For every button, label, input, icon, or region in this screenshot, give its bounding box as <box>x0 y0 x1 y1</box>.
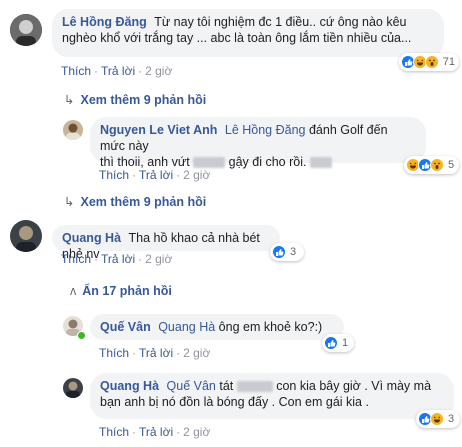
like-button[interactable]: Thích <box>61 64 91 78</box>
wow-icon <box>424 55 439 69</box>
reply-button[interactable]: Trả lời <box>139 168 173 182</box>
view-more-replies[interactable]: ↳ Xem thêm 9 phản hồi <box>64 92 206 107</box>
avatar[interactable] <box>10 14 42 46</box>
like-button[interactable]: Thích <box>99 425 129 439</box>
like-icon <box>272 245 286 259</box>
timestamp[interactable]: 2 giờ <box>145 252 172 266</box>
reply-text: gậy đi cho rồi. <box>228 155 307 169</box>
reply-bubble: Quế Vân Quang Hà ông em khoẻ ko?:) <box>90 314 344 340</box>
comment-bubble: Quang Hà Tha hồ khao cả nhà bét nhẻ nv <box>52 225 280 261</box>
reaction-summary[interactable]: 71 <box>399 53 459 71</box>
like-button[interactable]: Thích <box>99 346 129 360</box>
wow-icon <box>430 158 444 172</box>
timestamp[interactable]: 2 giờ <box>183 425 210 439</box>
comment-text: Từ nay tôi nghiệm đc 1 điều.. cứ ông nào… <box>154 15 407 29</box>
reply-actions: Thích · Trả lời · 2 giờ <box>99 425 211 439</box>
comment-bubble: Lê Hồng Đăng Từ nay tôi nghiệm đc 1 điều… <box>52 9 444 57</box>
reaction-count: 3 <box>290 246 297 258</box>
censored-text <box>193 157 226 169</box>
avatar[interactable] <box>63 120 83 140</box>
reaction-count: 3 <box>448 413 455 425</box>
avatar-image <box>63 378 83 398</box>
comment-text: nghèo khổ với trắng tay ... abc là toàn … <box>62 31 412 45</box>
reply-button[interactable]: Trả lời <box>101 252 135 266</box>
censored-text <box>236 381 273 393</box>
mention-link[interactable]: Quang Hà <box>158 320 215 334</box>
mention-link[interactable]: Quế Vân <box>167 379 216 393</box>
reply-text: con kia bây giờ . Vì mày mà <box>276 379 432 393</box>
like-button[interactable]: Thích <box>61 252 91 266</box>
reply-button[interactable]: Trả lời <box>139 346 173 360</box>
reply-actions: Thích · Trả lời · 2 giờ <box>99 168 211 182</box>
reply-arrow-icon: ↳ <box>64 93 75 107</box>
reaction-count: 71 <box>442 56 456 68</box>
reply-button[interactable]: Trả lời <box>139 425 173 439</box>
hide-replies[interactable]: ʌ Ẩn 17 phản hồi <box>70 284 172 298</box>
online-status-icon <box>77 331 86 340</box>
reply-author[interactable]: Quang Hà <box>100 379 159 393</box>
view-more-replies[interactable]: ↳ Xem thêm 9 phản hồi <box>64 194 206 209</box>
avatar[interactable] <box>63 378 83 398</box>
haha-icon <box>430 412 444 426</box>
reply-author[interactable]: Nguyen Le Viet Anh <box>100 123 217 137</box>
avatar-image <box>63 120 83 140</box>
reply-text: bạn anh bị nó đồn là bóng đấy . Con em g… <box>100 395 369 409</box>
reply-actions: Thích · Trả lời · 2 giờ <box>99 346 211 360</box>
reaction-count: 1 <box>342 337 349 349</box>
timestamp[interactable]: 2 giờ <box>145 64 172 78</box>
reaction-summary[interactable]: 5 <box>404 156 459 174</box>
avatar-image <box>10 220 42 252</box>
timestamp[interactable]: 2 giờ <box>183 168 210 182</box>
comment-actions: Thích · Trả lời · 2 giờ <box>61 252 173 266</box>
reply-author[interactable]: Quế Vân <box>100 320 151 334</box>
avatar-image <box>10 14 42 46</box>
chevron-up-icon: ʌ <box>70 284 77 298</box>
like-button[interactable]: Thích <box>99 168 129 182</box>
mention-link[interactable]: Lê Hồng Đăng <box>225 123 306 137</box>
reply-bubble: Quang Hà Quế Vân tát con kia bây giờ . V… <box>90 373 454 419</box>
comment-actions: Thích · Trả lời · 2 giờ <box>61 64 173 78</box>
reply-bubble: Nguyen Le Viet Anh Lê Hồng Đăng đánh Gol… <box>90 117 426 169</box>
comment-author[interactable]: Lê Hồng Đăng <box>62 15 147 29</box>
reaction-summary[interactable]: 3 <box>416 410 460 428</box>
timestamp[interactable]: 2 giờ <box>183 346 210 360</box>
comment-author[interactable]: Quang Hà <box>62 231 121 245</box>
reply-text: thì thoii, anh vứt <box>100 155 190 169</box>
reply-text: ông em khoẻ ko?:) <box>218 320 323 334</box>
reaction-summary[interactable]: 1 <box>322 334 354 352</box>
reply-arrow-icon: ↳ <box>64 195 75 209</box>
reply-text: tát <box>219 379 234 393</box>
reply-button[interactable]: Trả lời <box>101 64 135 78</box>
avatar[interactable] <box>10 220 42 252</box>
reaction-count: 5 <box>448 159 455 171</box>
reaction-summary[interactable]: 3 <box>270 243 304 261</box>
censored-text <box>309 157 332 169</box>
like-icon <box>324 336 338 350</box>
